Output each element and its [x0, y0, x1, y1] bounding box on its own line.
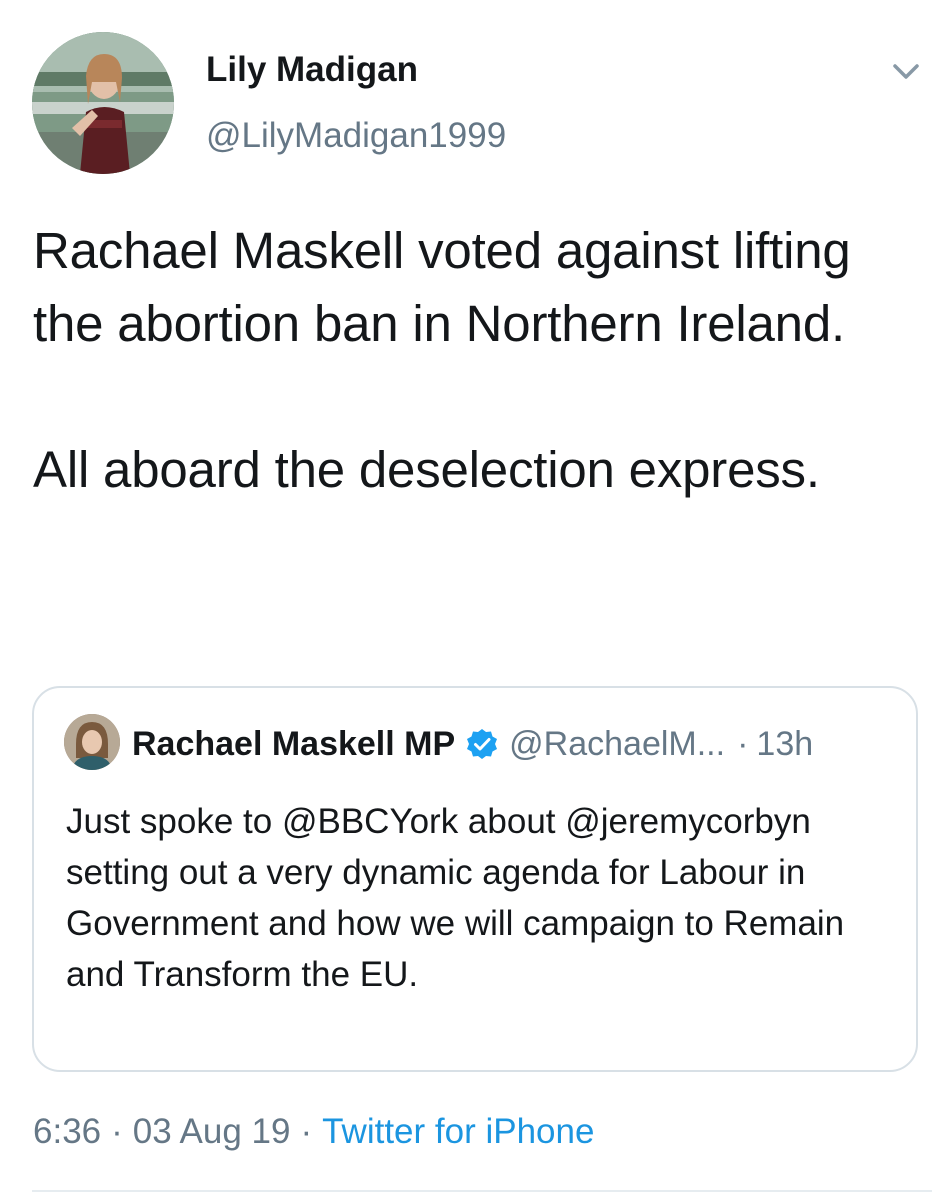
quoted-timestamp: 13h [756, 724, 814, 763]
verified-badge-icon [465, 727, 499, 761]
author-handle[interactable]: @LilyMadigan1999 [206, 116, 506, 156]
author-avatar-image [32, 32, 174, 174]
quoted-tweet-text: Just spoke to @BBCYork about @jeremycorb… [66, 802, 845, 994]
tweet-text: Rachael Maskell voted against lifting th… [33, 222, 851, 498]
quoted-tweet-header: Rachael Maskell MP @RachaelM... · 13h [132, 722, 813, 766]
meta-separator: · [111, 1112, 123, 1151]
tweet-date[interactable]: 03 Aug 19 [133, 1112, 291, 1152]
author-display-name[interactable]: Lily Madigan [206, 50, 418, 90]
author-avatar[interactable] [32, 32, 174, 174]
meta-separator: · [300, 1112, 313, 1151]
divider [32, 1190, 932, 1192]
chevron-down-icon[interactable] [888, 56, 924, 86]
quoted-author-display-name: Rachael Maskell MP [132, 724, 456, 763]
quoted-tweet-card[interactable]: Rachael Maskell MP @RachaelM... · 13h Ju… [32, 686, 918, 1072]
quoted-author-avatar [64, 714, 120, 770]
tweet-meta: 6:36 · 03 Aug 19 · Twitter for iPhone [33, 1112, 594, 1152]
tweet-detail: Lily Madigan @LilyMadigan1999 Rachael Ma… [0, 0, 952, 1200]
tweet-time[interactable]: 6:36 [33, 1112, 101, 1152]
quoted-author-handle: @RachaelM... [509, 724, 726, 763]
tweet-source-link[interactable]: Twitter for iPhone [322, 1112, 594, 1152]
quoted-separator: · [737, 724, 749, 763]
